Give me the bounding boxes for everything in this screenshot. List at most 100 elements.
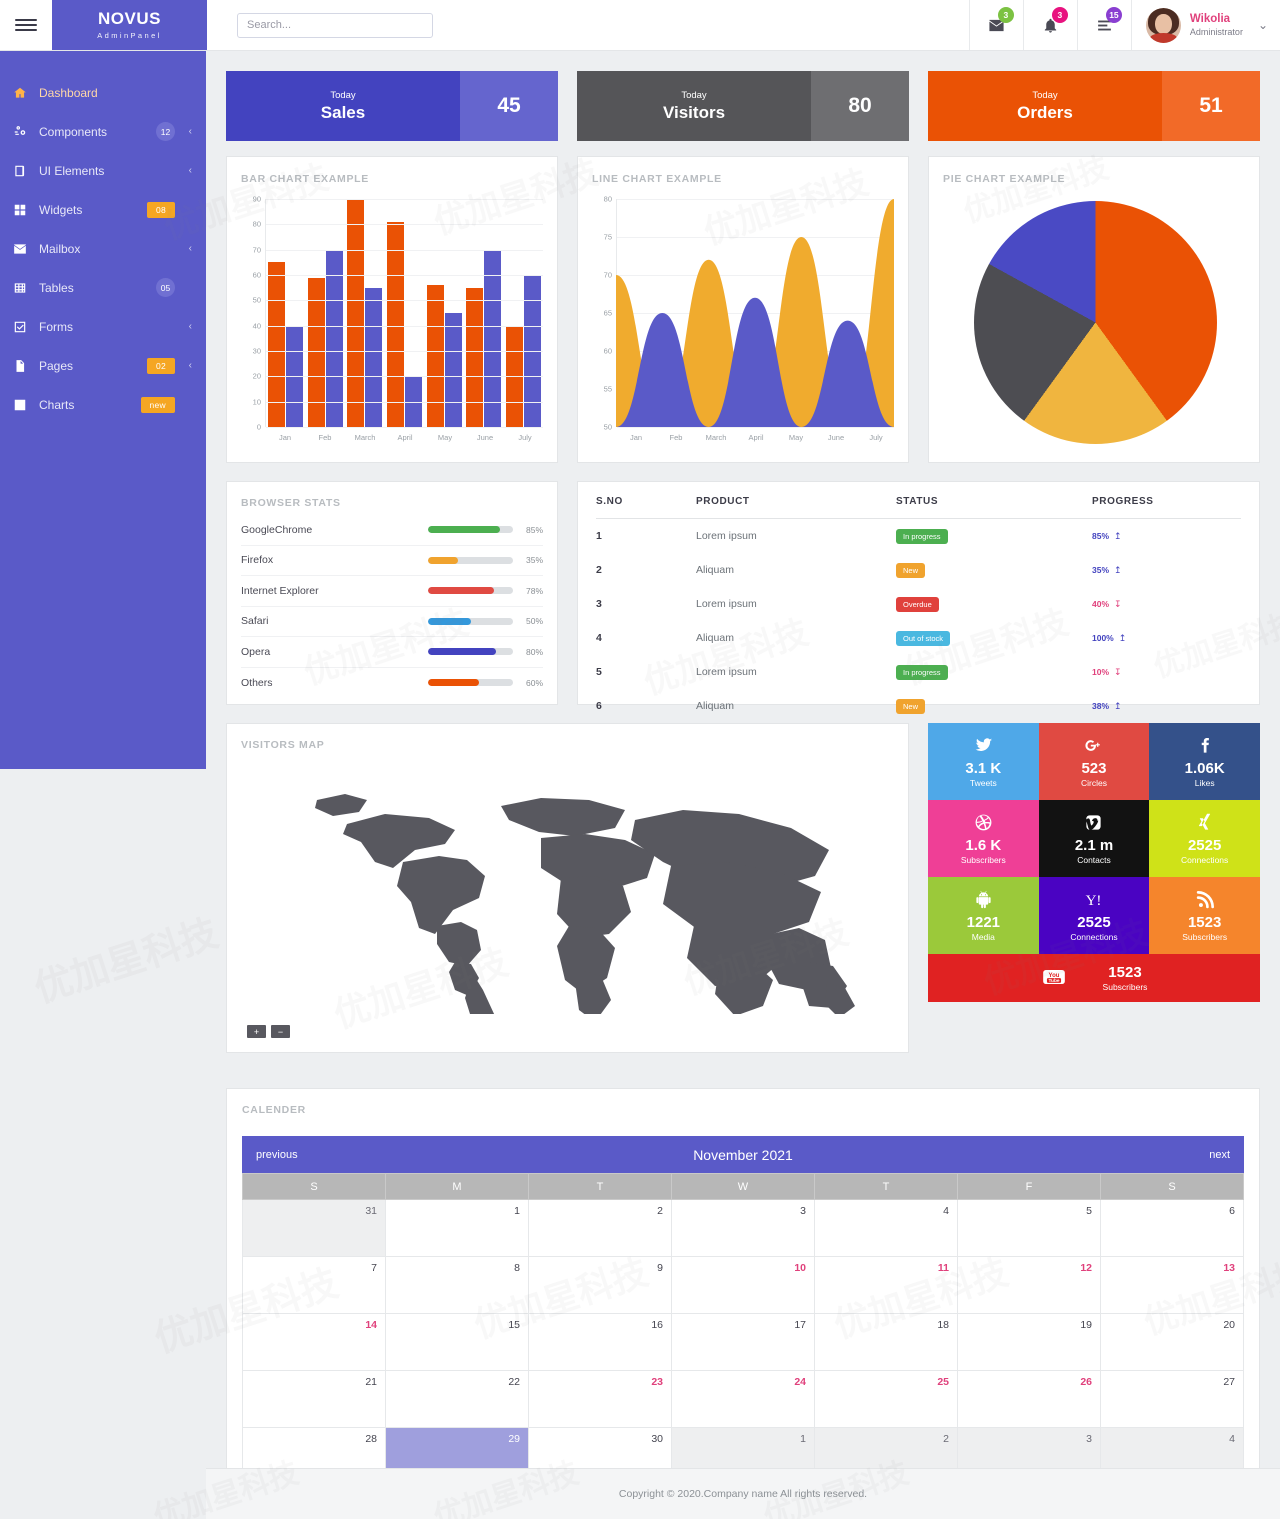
- stat-card-period: Today: [681, 89, 707, 101]
- calendar-day-cell[interactable]: 4: [814, 1199, 958, 1257]
- calendar-day-cell[interactable]: 17: [671, 1313, 815, 1371]
- social-tile-dribbble[interactable]: 1.6 K Subscribers: [928, 800, 1039, 877]
- calendar-weekday: S: [1100, 1173, 1244, 1200]
- sidebar-item-pages[interactable]: Pages 02 ‹: [0, 346, 206, 385]
- browser-name: GoogleChrome: [241, 523, 313, 536]
- notifications-button[interactable]: 3: [1022, 0, 1077, 50]
- calendar-day-cell[interactable]: 25: [814, 1370, 958, 1428]
- bar: [347, 199, 365, 427]
- progress-track: [428, 617, 513, 625]
- calendar-day-cell[interactable]: 23: [528, 1370, 672, 1428]
- sidebar-item-mailbox[interactable]: Mailbox ‹: [0, 229, 206, 268]
- stat-card-orders[interactable]: Today Orders 51: [928, 71, 1260, 141]
- table-header-cell: STATUS: [896, 496, 1092, 519]
- table-row[interactable]: 2 Aliquam New 35% ↥: [596, 553, 1241, 587]
- youtube-icon: You Tube: [1041, 966, 1067, 988]
- calendar-week-row: 14 15 16 17 18 19 20: [242, 1313, 1244, 1371]
- menu-toggle-button[interactable]: [0, 0, 52, 50]
- messages-button[interactable]: 3: [968, 0, 1023, 50]
- product-table: S.NO PRODUCT STATUS PROGRESS 1 Lorem ipsum …: [596, 496, 1241, 723]
- social-tile-google-plus[interactable]: 523 Circles: [1038, 723, 1150, 800]
- social-label: Contacts: [1077, 855, 1111, 866]
- calendar-day-cell[interactable]: 15: [385, 1313, 529, 1371]
- calendar-day-cell[interactable]: 24: [671, 1370, 815, 1428]
- table-row[interactable]: 5 Lorem ipsum In progress 10% ↧: [596, 655, 1241, 689]
- social-tile-twitter[interactable]: 3.1 K Tweets: [928, 723, 1039, 800]
- calendar-day-cell[interactable]: 27: [1100, 1370, 1244, 1428]
- calendar-day-cell[interactable]: 16: [528, 1313, 672, 1371]
- table-header-cell: PRODUCT: [696, 496, 896, 519]
- social-label: Subscribers: [1102, 982, 1148, 993]
- table-row[interactable]: 1 Lorem ipsum In progress 85% ↥: [596, 519, 1241, 554]
- row-sno: 4: [596, 632, 602, 644]
- y-tick-label: 65: [603, 308, 612, 318]
- calendar-day-cell[interactable]: 11: [814, 1256, 958, 1314]
- bar: [325, 249, 343, 427]
- social-tile-xing[interactable]: 2525 Connections: [1149, 800, 1260, 877]
- calendar-day-cell[interactable]: 18: [814, 1313, 958, 1371]
- social-tile-facebook[interactable]: 1.06K Likes: [1149, 723, 1260, 800]
- calendar-day-cell[interactable]: 9: [528, 1256, 672, 1314]
- stat-card-value: 80: [811, 71, 909, 141]
- pie-chart-card: PIE CHART EXAMPLE: [928, 156, 1260, 463]
- sidebar-item-dashboard[interactable]: Dashboard: [0, 73, 206, 112]
- social-tile-yahoo[interactable]: Y! 2525 Connections: [1038, 877, 1150, 954]
- sidebar-item-tables[interactable]: Tables 05: [0, 268, 206, 307]
- brand-logo[interactable]: NOVUS AdminPanel: [52, 0, 207, 50]
- row-status: In progress: [896, 519, 1092, 554]
- calendar-day-cell[interactable]: 7: [242, 1256, 386, 1314]
- calendar-day-cell[interactable]: 3: [671, 1199, 815, 1257]
- dribbble-icon: [974, 812, 993, 834]
- map-zoom-out-button[interactable]: −: [271, 1025, 290, 1038]
- social-tile-android[interactable]: 1221 Media: [928, 877, 1039, 954]
- y-tick-label: 80: [603, 194, 612, 204]
- row-product: Aliquam: [696, 700, 734, 712]
- progress-fill: [428, 526, 501, 534]
- calendar-day-cell[interactable]: 26: [957, 1370, 1101, 1428]
- calendar-day-cell[interactable]: 31: [242, 1199, 386, 1257]
- calendar-day-cell[interactable]: 5: [957, 1199, 1101, 1257]
- stat-card-visitors[interactable]: Today Visitors 80: [577, 71, 909, 141]
- y-tick-label: 70: [252, 245, 261, 255]
- calendar-day-cell[interactable]: 13: [1100, 1256, 1244, 1314]
- bar-chart-bars: [266, 199, 543, 427]
- calendar-day-cell[interactable]: 12: [957, 1256, 1101, 1314]
- social-label: Subscribers: [960, 855, 1006, 866]
- map-zoom-in-button[interactable]: +: [247, 1025, 266, 1038]
- world-map-icon[interactable]: [251, 766, 887, 1014]
- calendar-day-cell[interactable]: 8: [385, 1256, 529, 1314]
- progress-track: [428, 587, 513, 595]
- y-tick-label: 90: [252, 194, 261, 204]
- stat-card-sales[interactable]: Today Sales 45: [226, 71, 558, 141]
- sidebar-item-ui-elements[interactable]: UI Elements ‹: [0, 151, 206, 190]
- calendar-day-cell[interactable]: 14: [242, 1313, 386, 1371]
- sidebar-item-forms[interactable]: Forms ‹: [0, 307, 206, 346]
- calendar-day-cell[interactable]: 6: [1100, 1199, 1244, 1257]
- user-profile-menu[interactable]: Wikolia Administrator ⌄: [1130, 0, 1280, 50]
- table-row[interactable]: 4 Aliquam Out of stock 100% ↥: [596, 621, 1241, 655]
- social-tile-vimeo[interactable]: 2.1 m Contacts: [1038, 800, 1150, 877]
- calendar-day-cell[interactable]: 20: [1100, 1313, 1244, 1371]
- table-row[interactable]: 3 Lorem ipsum Overdue 40% ↧: [596, 587, 1241, 621]
- x-tick-label: June: [827, 433, 845, 442]
- sidebar-item-label: Tables: [39, 280, 74, 295]
- sidebar-item-widgets[interactable]: Widgets 08: [0, 190, 206, 229]
- calendar-day-cell[interactable]: 19: [957, 1313, 1101, 1371]
- table-row[interactable]: 6 Aliquam New 38% ↥: [596, 689, 1241, 723]
- search-input[interactable]: [237, 12, 433, 38]
- calendar-day-cell[interactable]: 2: [528, 1199, 672, 1257]
- calendar-day-cell[interactable]: 22: [385, 1370, 529, 1428]
- social-tile-youtube[interactable]: You Tube 1523 Subscribers: [928, 954, 1260, 1002]
- chevron-left-icon: ‹: [188, 126, 192, 137]
- calendar-day-cell[interactable]: 21: [242, 1370, 386, 1428]
- calendar-day-cell[interactable]: 1: [385, 1199, 529, 1257]
- calendar-day-cell[interactable]: 10: [671, 1256, 815, 1314]
- main-content: Today Sales 45 Today Visitors 80 Today O…: [206, 51, 1280, 1519]
- trend-down-icon: ↧: [1114, 667, 1122, 677]
- calendar-title: CALENDER: [242, 1104, 306, 1116]
- stat-card-info: Today Orders: [928, 71, 1162, 141]
- social-tile-rss[interactable]: 1523 Subscribers: [1149, 877, 1260, 954]
- sidebar-item-components[interactable]: Components 12 ‹: [0, 112, 206, 151]
- tasks-button[interactable]: 15: [1076, 0, 1131, 50]
- sidebar-item-charts[interactable]: Charts new: [0, 385, 206, 424]
